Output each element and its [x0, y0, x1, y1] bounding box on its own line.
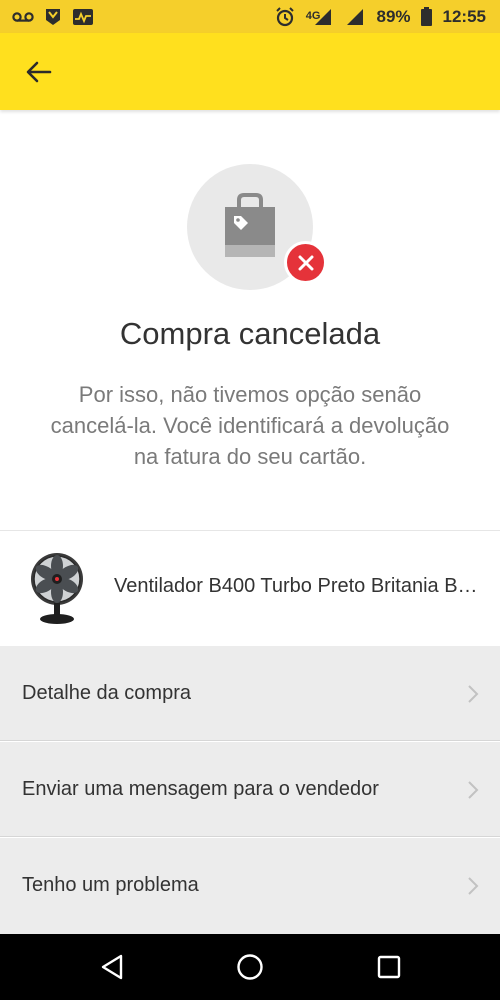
- page-title: Compra cancelada: [119, 316, 381, 351]
- activity-icon: [72, 8, 94, 26]
- alarm-icon: [274, 6, 296, 26]
- chevron-right-icon: [468, 685, 479, 703]
- back-triangle-icon: [101, 954, 123, 980]
- shield-icon: [42, 8, 64, 26]
- clock: 12:55: [442, 6, 486, 26]
- product-name: Ventilador B400 Turbo Preto Britania Bra…: [114, 575, 480, 597]
- network-group: 4G: [306, 8, 335, 26]
- product-row: Ventilador B400 Turbo Preto Britania Bra…: [0, 531, 500, 646]
- menu-item-label: Detalhe da compra: [22, 682, 191, 704]
- recents-square-icon: [377, 955, 401, 979]
- menu-item-label: Enviar uma mensagem para o vendedor: [22, 778, 379, 800]
- chevron-right-icon: [468, 781, 479, 799]
- menu-item-report-problem[interactable]: Tenho um problema: [0, 838, 500, 934]
- status-left: [12, 8, 94, 26]
- home-circle-icon: [237, 954, 263, 980]
- nav-back-button[interactable]: [97, 952, 127, 982]
- cancelled-badge: [284, 241, 327, 284]
- battery-percent: 89%: [376, 6, 411, 26]
- signal-icon: [344, 8, 366, 26]
- nav-home-button[interactable]: [235, 952, 265, 982]
- menu-item-purchase-detail[interactable]: Detalhe da compra: [0, 646, 500, 741]
- shopping-bag-icon: [225, 193, 275, 257]
- battery-icon: [421, 7, 433, 26]
- menu-item-label: Tenho um problema: [22, 874, 199, 896]
- chevron-right-icon: [468, 877, 479, 895]
- menu-item-message-seller[interactable]: Enviar uma mensagem para o vendedor: [0, 742, 500, 837]
- network-label: 4G: [305, 9, 321, 22]
- cancellation-description: Por isso, não tivemos opção senão cancel…: [50, 382, 450, 469]
- back-button[interactable]: [20, 53, 58, 91]
- system-nav-bar: [0, 934, 500, 1000]
- arrow-left-icon: [26, 61, 52, 83]
- status-right: 4G 89% 12:55: [274, 7, 486, 27]
- status-bar: 4G 89% 12:55: [0, 0, 500, 33]
- nav-recents-button[interactable]: [374, 952, 404, 982]
- voicemail-icon: [12, 8, 34, 26]
- close-icon: [298, 255, 313, 270]
- fan-icon: [31, 553, 83, 624]
- app-bar: [0, 33, 500, 110]
